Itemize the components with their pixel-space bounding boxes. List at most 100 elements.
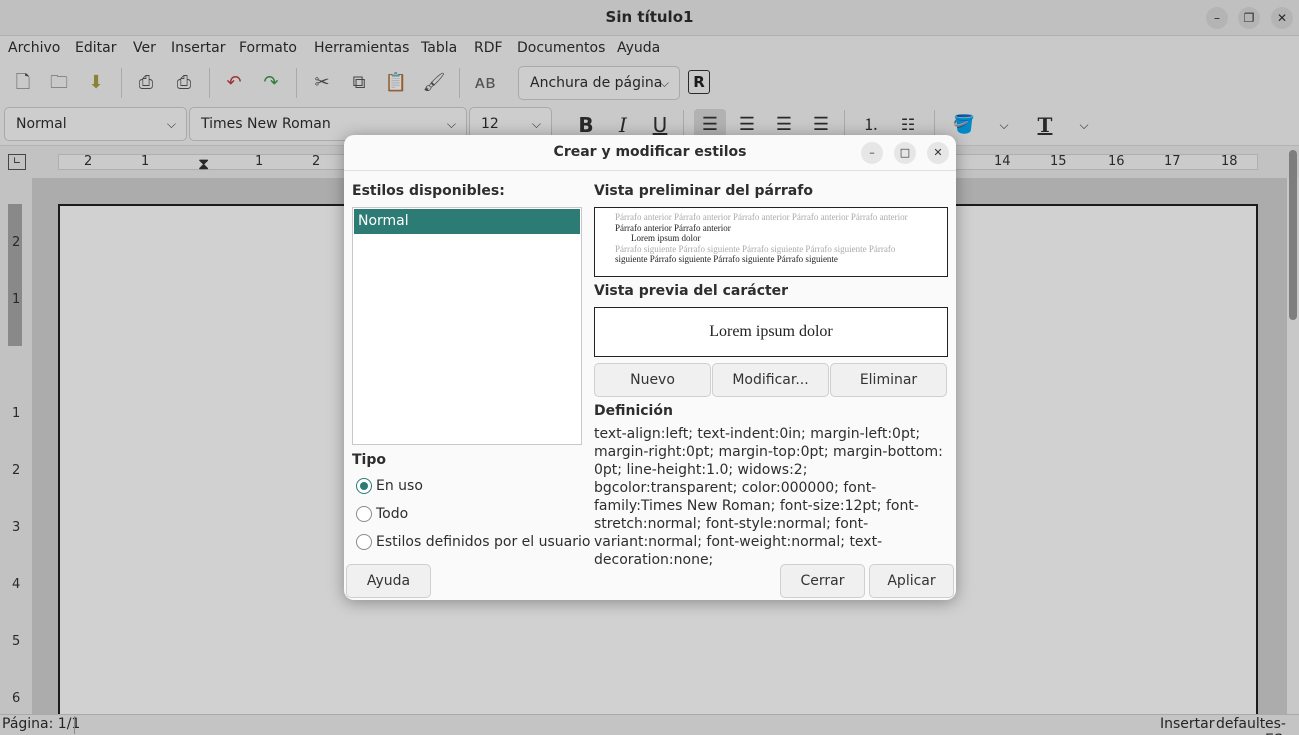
menu-documentos[interactable]: Documentos (517, 40, 605, 56)
registered-r-icon[interactable]: R (688, 70, 710, 94)
new-document-icon[interactable]: 🗋 (10, 70, 36, 96)
ruler-label: 14 (994, 154, 1011, 169)
status-separator (74, 716, 75, 734)
ruler-label: 4 (12, 577, 21, 592)
font-name-value: Times New Roman (201, 116, 331, 132)
font-size-value: 12 (481, 116, 499, 132)
ruler-indent-marker-icon[interactable]: ⧗ (198, 154, 209, 174)
page-style[interactable]: default (1216, 716, 1265, 732)
menu-tabla[interactable]: Tabla (421, 40, 457, 56)
styles-list[interactable]: Normal (352, 207, 582, 445)
toolbar-separator (121, 68, 122, 98)
zoom-combo[interactable]: Anchura de página ⌵ (518, 66, 680, 100)
vertical-ruler-margin (8, 204, 22, 346)
ruler-label: 2 (84, 154, 93, 169)
chevron-down-icon: ⌵ (166, 117, 176, 131)
ruler-label: 15 (1050, 154, 1067, 169)
radio-label: Estilos definidos por el usuario (376, 534, 591, 550)
ruler-label: 2 (12, 235, 21, 250)
chevron-down-icon[interactable]: ⌵ (990, 109, 1018, 141)
cut-icon[interactable]: ✂ (309, 70, 335, 96)
ruler-label: 18 (1221, 154, 1238, 169)
menu-formato[interactable]: Formato (239, 40, 297, 56)
minimize-icon[interactable]: – (861, 142, 883, 164)
window-title: Sin título1 (605, 8, 694, 26)
menu-archivo[interactable]: Archivo (8, 40, 60, 56)
close-icon[interactable]: ✕ (1271, 7, 1293, 29)
new-style-button[interactable]: Nuevo (594, 363, 711, 397)
type-label: Tipo (352, 452, 386, 468)
zoom-combo-value: Anchura de página (530, 75, 663, 91)
close-button[interactable]: Cerrar (780, 564, 865, 598)
radio-selected-icon (356, 478, 372, 494)
save-download-icon[interactable]: ⬇ (83, 70, 109, 96)
minimize-icon[interactable]: – (1206, 7, 1228, 29)
maximize-icon[interactable]: ❐ (1238, 7, 1260, 29)
spelling-icon[interactable]: ᴀʙ (472, 70, 498, 96)
character-preview: Lorem ipsum dolor (594, 307, 948, 357)
language[interactable]: es-ES (1265, 716, 1299, 735)
menu-editar[interactable]: Editar (75, 40, 116, 56)
modify-style-button[interactable]: Modificar... (712, 363, 829, 397)
menu-rdf[interactable]: RDF (474, 40, 503, 56)
window-titlebar: Sin título1 – ❐ ✕ (0, 0, 1299, 36)
insert-mode[interactable]: Insertar (1160, 716, 1215, 732)
delete-style-button[interactable]: Eliminar (830, 363, 947, 397)
menu-herramientas[interactable]: Herramientas (314, 40, 409, 56)
ruler-label: 2 (312, 154, 321, 169)
definition-label: Definición (594, 403, 673, 419)
menu-ayuda[interactable]: Ayuda (617, 40, 660, 56)
preview-prev-line: Párrafo anterior Párrafo anterior Párraf… (615, 212, 908, 222)
radio-label: Todo (376, 506, 409, 522)
ruler-label: 1 (12, 406, 21, 421)
paste-icon[interactable]: 📋 (383, 70, 409, 96)
ruler-label: 1 (255, 154, 264, 169)
menubar: Archivo Editar Ver Insertar Formato Herr… (0, 36, 1299, 62)
radio-label: En uso (376, 478, 423, 494)
paragraph-preview: Párrafo anterior Párrafo anterior Párraf… (594, 207, 948, 277)
redo-icon[interactable]: ↷ (258, 70, 284, 96)
ruler-label: 2 (12, 463, 21, 478)
ruler-label: 1 (141, 154, 150, 169)
copy-icon[interactable]: ⧉ (346, 70, 372, 96)
ruler-label: 1 (12, 292, 21, 307)
ruler-label: 17 (1164, 154, 1181, 169)
print-preview-icon[interactable]: ⎙ (133, 70, 159, 96)
paragraph-style-combo[interactable]: Normal ⌵ (4, 107, 187, 141)
close-icon[interactable]: ✕ (927, 142, 949, 164)
print-icon[interactable]: ⎙ (171, 70, 197, 96)
apply-button[interactable]: Aplicar (869, 564, 954, 598)
vertical-scrollbar[interactable] (1289, 150, 1297, 320)
paragraph-style-value: Normal (16, 116, 67, 132)
toolbar-separator (459, 68, 460, 98)
clone-formatting-icon[interactable]: 🖌 (421, 70, 447, 96)
help-button[interactable]: Ayuda (346, 564, 431, 598)
open-folder-icon[interactable]: 🗀 (46, 70, 72, 96)
preview-next-line: Párrafo siguiente Párrafo siguiente Párr… (615, 243, 896, 254)
menu-insertar[interactable]: Insertar (171, 40, 226, 56)
styles-dialog: Crear y modificar estilos – □ ✕ Estilos … (344, 135, 956, 600)
ruler-label: 16 (1108, 154, 1125, 169)
toolbar-separator (296, 68, 297, 98)
vertical-ruler: 2 1 1 2 3 4 5 6 (0, 178, 32, 714)
maximize-icon[interactable]: □ (894, 142, 916, 164)
radio-unselected-icon (356, 506, 372, 522)
tab-stop-icon[interactable]: ∟ (8, 154, 26, 170)
definition-text: text-align:left; text-indent:0in; margin… (594, 426, 943, 568)
radio-unselected-icon (356, 534, 372, 550)
toolbar-separator (209, 68, 210, 98)
preview-prev-line: Párrafo anterior Párrafo anterior (615, 222, 731, 233)
paragraph-preview-label: Vista preliminar del párrafo (594, 183, 813, 199)
undo-icon[interactable]: ↶ (221, 70, 247, 96)
standard-toolbar: 🗋 🗀 ⬇ ⎙ ⎙ ↶ ↷ ✂ ⧉ 📋 🖌 ᴀʙ Anchura de pági… (0, 62, 1299, 104)
page-count: Página: 1/1 (2, 716, 81, 732)
available-styles-label: Estilos disponibles: (352, 183, 505, 199)
preview-current-line: Lorem ipsum dolor (631, 233, 701, 243)
preview-next-line: siguiente Párrafo siguiente Párrafo sigu… (615, 254, 838, 264)
chevron-down-icon[interactable]: ⌵ (1070, 109, 1098, 141)
character-preview-label: Vista previa del carácter (594, 283, 789, 299)
ruler-label: 5 (12, 634, 21, 649)
menu-ver[interactable]: Ver (133, 40, 156, 56)
text-color-button[interactable]: T (1029, 109, 1061, 141)
list-item[interactable]: Normal (354, 209, 580, 234)
